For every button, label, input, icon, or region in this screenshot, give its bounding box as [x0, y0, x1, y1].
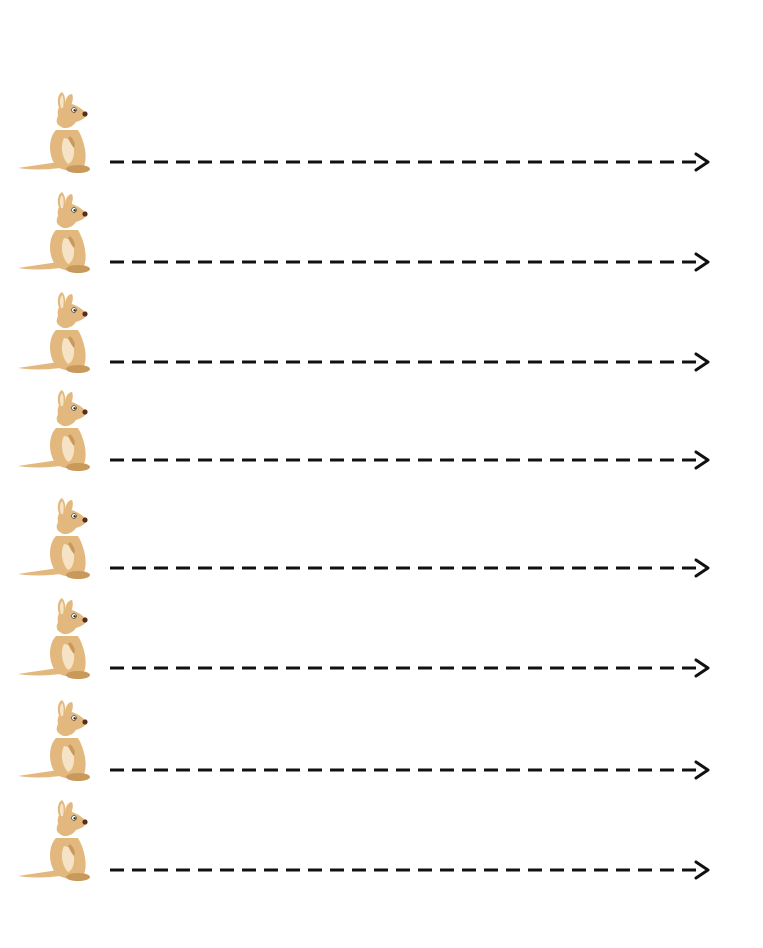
dashed-arrow-line — [108, 352, 716, 372]
kangaroo-icon — [12, 800, 102, 884]
tracing-row — [0, 292, 763, 392]
kangaroo-icon — [12, 598, 102, 682]
kangaroo-icon — [12, 192, 102, 276]
kangaroo-icon — [12, 92, 102, 176]
tracing-worksheet — [0, 0, 763, 948]
tracing-row — [0, 800, 763, 900]
kangaroo-icon — [12, 700, 102, 784]
tracing-row — [0, 92, 763, 192]
tracing-row — [0, 700, 763, 800]
dashed-arrow-line — [108, 860, 716, 880]
dashed-arrow-line — [108, 152, 716, 172]
kangaroo-icon — [12, 390, 102, 474]
tracing-row — [0, 192, 763, 292]
dashed-arrow-line — [108, 450, 716, 470]
tracing-row — [0, 598, 763, 698]
dashed-arrow-line — [108, 252, 716, 272]
kangaroo-icon — [12, 498, 102, 582]
tracing-row — [0, 498, 763, 598]
kangaroo-icon — [12, 292, 102, 376]
dashed-arrow-line — [108, 558, 716, 578]
dashed-arrow-line — [108, 658, 716, 678]
dashed-arrow-line — [108, 760, 716, 780]
tracing-row — [0, 390, 763, 490]
